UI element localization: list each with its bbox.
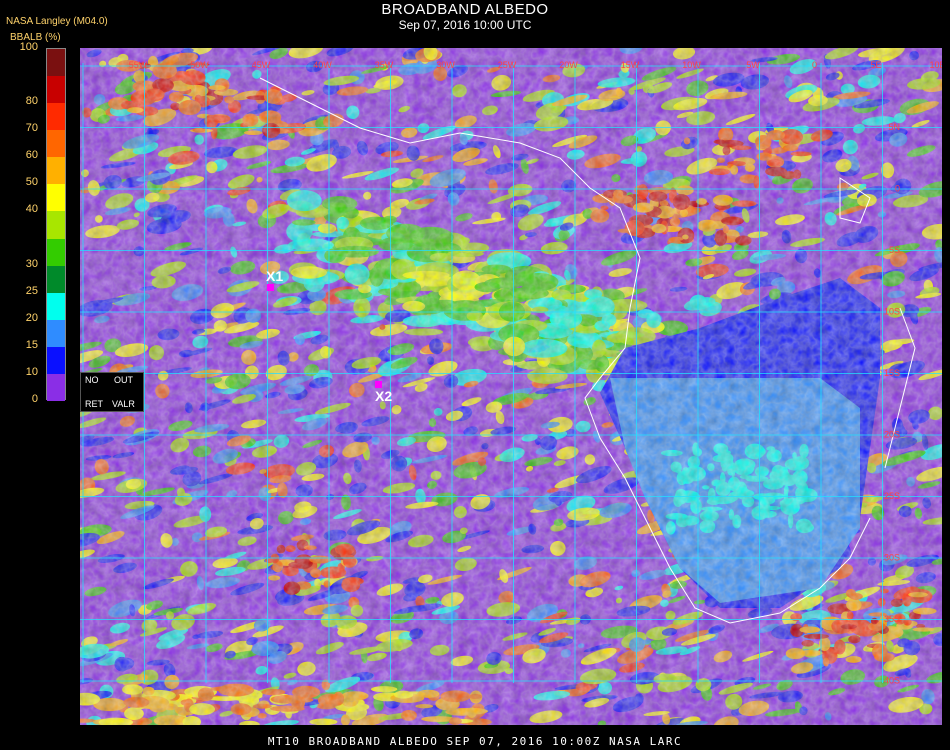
colorbar — [46, 48, 66, 401]
map-datetime: Sep 07, 2016 10:00 UTC — [398, 18, 532, 32]
marker-x2-label: X2 — [375, 388, 393, 404]
colorbar-segment — [47, 292, 65, 320]
grid-label-lon: 0 — [812, 60, 817, 70]
grid-label-lon: 45W — [252, 60, 271, 70]
colorbar-segment — [47, 157, 65, 185]
colorbar-tick-label: 80 — [25, 95, 38, 108]
map-title: BROADBAND ALBEDO — [381, 1, 549, 18]
colorbar-tick-label: 50 — [25, 176, 38, 189]
colorbar-segment — [47, 76, 65, 104]
colorbar-segment — [47, 265, 65, 293]
colorbar-tick-label: 40 — [25, 203, 38, 216]
colorbar-segment — [47, 130, 65, 158]
map-texture — [80, 48, 942, 725]
grid-label-lon: 15W — [621, 60, 640, 70]
grid-label-lat: 25S — [884, 491, 900, 501]
grid-label-lat: 15S — [884, 368, 900, 378]
colorbar-tick-label: 25 — [25, 284, 38, 297]
colorbar-tick-label: 60 — [25, 149, 38, 162]
legend-ret: RET — [85, 399, 103, 409]
grid-label-lat: 5N — [888, 122, 900, 132]
grid-label-lat: 40S — [884, 676, 900, 686]
grid-label-lat: 0 — [895, 184, 900, 194]
grid-label-lon: 40W — [313, 60, 332, 70]
grid-label-lat: 10S — [884, 307, 900, 317]
colorbar-tick-label: 100 — [19, 41, 38, 53]
grid-label-lon: 5E — [870, 60, 881, 70]
grid-label-lon: 50W — [190, 60, 209, 70]
colorbar-segment — [47, 373, 65, 401]
colorbar-tick-label: 20 — [25, 311, 38, 324]
grid-label-lon: 10E — [929, 60, 942, 70]
albedo-map: 55W 50W 45W 40W 35W 30W 25W 20W 15W 10W 5W 0 5E 10E 5N… — [80, 48, 942, 725]
provider-label: NASA Langley (M04.0) — [6, 16, 108, 27]
grid-label-lon: 20W — [559, 60, 578, 70]
marker-x1-dot — [267, 284, 274, 291]
colorbar-segment — [47, 49, 65, 77]
grid-label-lat: 5S — [889, 245, 900, 255]
status-legend-box: NO OUT RET VALR — [80, 372, 144, 412]
colorbar-segment — [47, 184, 65, 212]
grid-label-lat: 30S — [884, 553, 900, 563]
colorbar-tick-label: 10 — [25, 365, 38, 378]
colorbar-segment — [47, 346, 65, 374]
grid-label-lon: 30W — [436, 60, 455, 70]
colorbar-segment — [47, 319, 65, 347]
colorbar-segment — [47, 211, 65, 239]
marker-x1-label: X1 — [266, 268, 284, 284]
grid-label-lon: 10W — [682, 60, 701, 70]
colorbar-tick-label: 70 — [25, 122, 38, 135]
legend-no: NO — [85, 375, 99, 385]
legend-out: OUT — [114, 375, 133, 385]
grid-label-lon: 55W — [129, 60, 148, 70]
grid-label-lon: 35W — [375, 60, 394, 70]
grid-label-lat: 20S — [884, 430, 900, 440]
colorbar-segment — [47, 238, 65, 266]
legend-valr: VALR — [112, 399, 135, 409]
colorbar-tick-label: 0 — [31, 393, 38, 405]
grid-label-lon: 5W — [746, 60, 760, 70]
grid-label-lon: 25W — [498, 60, 517, 70]
colorbar-tick-label: 15 — [25, 338, 38, 351]
footer-caption: MT10 BROADBAND ALBEDO SEP 07, 2016 10:00… — [267, 735, 683, 748]
marker-x2-dot — [375, 381, 382, 388]
colorbar-segment — [47, 103, 65, 131]
colorbar-tick-label: 30 — [25, 257, 38, 270]
grid-label-lat: 35S — [884, 614, 900, 624]
